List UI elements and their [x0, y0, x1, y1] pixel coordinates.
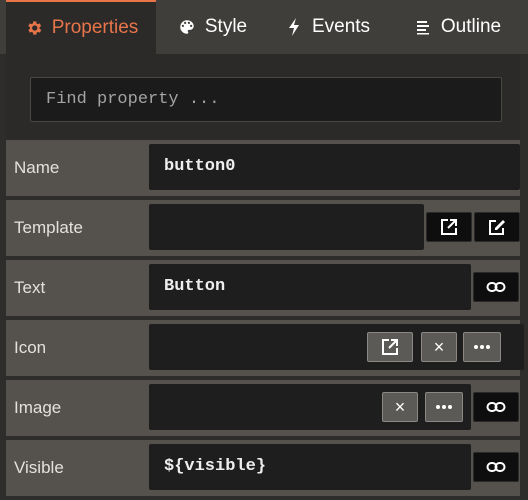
property-label: Template	[14, 218, 83, 237]
template-edit-button[interactable]	[474, 212, 520, 242]
image-more-button[interactable]	[425, 392, 463, 422]
property-label: Visible	[14, 458, 64, 477]
tab-bar: Properties Style Events Outline	[0, 0, 528, 54]
open-external-icon	[441, 219, 457, 235]
tab-label: Style	[204, 16, 248, 37]
tab-properties[interactable]: Properties	[6, 0, 156, 54]
property-row-visible: Visible ${visible}	[6, 440, 520, 496]
property-label: Image	[14, 398, 62, 417]
template-open-button[interactable]	[426, 212, 472, 242]
search-area	[6, 54, 520, 140]
image-field[interactable]	[149, 384, 471, 430]
property-row-template: Template	[6, 200, 520, 256]
tab-outline[interactable]: Outline	[386, 0, 528, 54]
more-icon	[436, 405, 452, 409]
visible-field[interactable]: ${visible}	[149, 444, 471, 490]
property-row-icon: Icon ×	[6, 320, 524, 376]
text-field[interactable]: Button	[149, 264, 471, 310]
tab-label: Properties	[51, 17, 139, 38]
palette-icon	[177, 17, 197, 37]
template-field[interactable]	[149, 204, 424, 250]
search-input[interactable]	[30, 77, 502, 122]
visible-bind-button[interactable]	[473, 452, 519, 482]
property-label: Name	[14, 158, 60, 177]
open-external-icon	[382, 339, 398, 355]
more-icon	[474, 345, 490, 349]
image-clear-button[interactable]: ×	[382, 392, 418, 422]
image-bind-button[interactable]	[473, 392, 519, 422]
name-field[interactable]: button0	[149, 144, 520, 190]
property-row-image: Image ×	[6, 380, 520, 436]
icon-open-button[interactable]	[367, 332, 413, 362]
list-icon	[413, 17, 433, 37]
edit-icon	[489, 220, 505, 235]
lightning-icon	[284, 17, 304, 37]
tab-events[interactable]: Events	[268, 0, 386, 54]
gear-icon	[24, 18, 44, 38]
tab-label: Events	[311, 16, 371, 37]
close-icon: ×	[394, 397, 406, 417]
link-icon	[486, 462, 506, 472]
close-icon: ×	[433, 337, 445, 357]
property-row-text: Text Button	[6, 260, 520, 316]
icon-more-button[interactable]	[463, 332, 501, 362]
property-label: Text	[14, 278, 46, 297]
tab-label: Outline	[440, 16, 502, 37]
icon-clear-button[interactable]: ×	[421, 332, 457, 362]
property-row-name: Name button0	[6, 140, 520, 196]
link-icon	[486, 282, 506, 292]
tab-style[interactable]: Style	[156, 0, 268, 54]
link-icon	[486, 402, 506, 412]
text-bind-button[interactable]	[473, 272, 519, 302]
property-label: Icon	[14, 338, 47, 357]
